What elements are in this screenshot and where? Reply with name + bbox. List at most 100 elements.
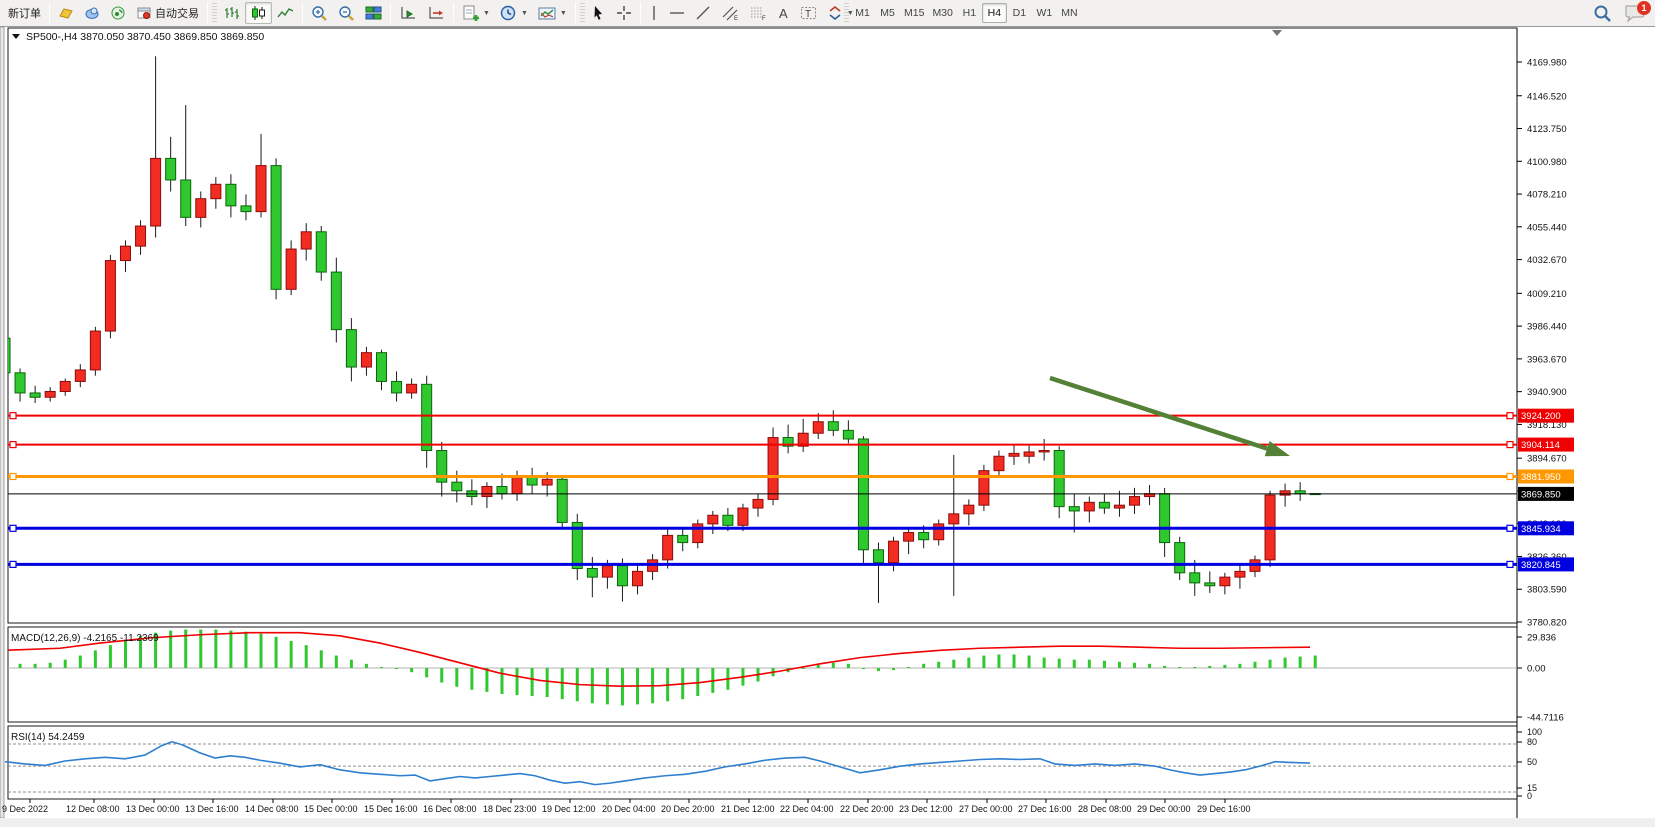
candle-body xyxy=(1295,491,1305,494)
candle-body xyxy=(226,184,236,206)
tab-m15[interactable]: M15 xyxy=(900,3,928,23)
hline-handle[interactable] xyxy=(1507,473,1513,479)
candle-body xyxy=(828,422,838,431)
new-order-label: 新订单 xyxy=(8,5,41,21)
time-axis-label: 13 Dec 00:00 xyxy=(126,804,180,814)
zoom-in-button[interactable] xyxy=(306,2,333,24)
candlestick-chart-button[interactable] xyxy=(245,2,272,24)
candlestick-icon xyxy=(250,5,267,21)
macd-histogram-bar xyxy=(275,637,278,668)
bottom-strip xyxy=(0,818,1655,827)
tab-m5[interactable]: M5 xyxy=(875,3,900,23)
search-icon[interactable] xyxy=(1593,4,1613,24)
vline-tool-button[interactable] xyxy=(644,2,664,24)
candle-body xyxy=(1039,451,1049,452)
hline-handle[interactable] xyxy=(10,473,16,479)
macd-histogram-bar xyxy=(19,664,22,668)
new-order-button[interactable]: 新订单 xyxy=(3,2,46,24)
macd-histogram-bar xyxy=(847,664,850,668)
text-tool-button[interactable]: A xyxy=(772,2,795,24)
hline-handle[interactable] xyxy=(10,561,16,567)
candle-body xyxy=(919,533,929,540)
time-axis-label: 20 Dec 20:00 xyxy=(661,804,715,814)
periods-button[interactable]: ▼ xyxy=(495,2,533,24)
macd-histogram-bar xyxy=(892,668,895,670)
yellow-doc-icon xyxy=(58,5,74,21)
tile-windows-icon xyxy=(365,5,382,21)
hline-handle[interactable] xyxy=(1507,561,1513,567)
svg-text:E: E xyxy=(734,16,738,21)
hline-tool-button[interactable] xyxy=(664,2,690,24)
price-axis-label: 4146.520 xyxy=(1527,91,1567,102)
macd-histogram-bar xyxy=(1208,666,1211,668)
line-chart-button[interactable] xyxy=(272,2,299,24)
macd-histogram-bar xyxy=(305,645,308,668)
toolbar-grip[interactable] xyxy=(212,3,217,23)
autotrading-button[interactable]: 自动交易 xyxy=(131,2,204,24)
auto-scroll-button[interactable] xyxy=(394,2,422,24)
price-tag-label: 3881.950 xyxy=(1521,472,1561,483)
chevron-down-icon: ▼ xyxy=(560,10,567,17)
signals-button[interactable] xyxy=(105,2,131,24)
hline-handle[interactable] xyxy=(10,525,16,531)
price-axis-label: 3780.820 xyxy=(1527,618,1567,629)
tab-m1[interactable]: M1 xyxy=(850,3,875,23)
macd-histogram-bar xyxy=(817,665,820,668)
channel-tool-button[interactable]: E xyxy=(716,2,744,24)
toolbar-grip[interactable] xyxy=(580,3,585,23)
bar-chart-icon xyxy=(223,5,240,21)
fibonacci-tool-button[interactable]: F xyxy=(744,2,772,24)
crosshair-tool-button[interactable] xyxy=(611,2,637,24)
cursor-tool-button[interactable] xyxy=(586,2,611,24)
equidistant-channel-icon: E xyxy=(721,5,739,21)
time-axis-label: 12 Dec 08:00 xyxy=(66,804,120,814)
time-axis-label: 19 Dec 12:00 xyxy=(542,804,596,814)
candle-body xyxy=(60,381,70,391)
indicators-button[interactable]: ▼ xyxy=(457,2,495,24)
zoom-out-icon xyxy=(338,5,355,22)
hline-handle[interactable] xyxy=(10,442,16,448)
hline-handle[interactable] xyxy=(10,413,16,419)
chart-symbol-ohlc: SP500-,H4 3870.050 3870.450 3869.850 386… xyxy=(26,31,264,43)
tab-mn[interactable]: MN xyxy=(1057,3,1082,23)
window-left-edge xyxy=(0,27,4,818)
candle-body xyxy=(211,184,221,198)
hline-handle[interactable] xyxy=(1507,525,1513,531)
candle-body xyxy=(873,550,883,563)
macd-histogram-bar xyxy=(49,663,52,668)
hline-handle[interactable] xyxy=(1507,413,1513,419)
bar-chart-button[interactable] xyxy=(218,2,245,24)
notifications-button[interactable]: 1 xyxy=(1623,2,1649,26)
chart-shift-button[interactable] xyxy=(422,2,450,24)
tab-h4[interactable]: H4 xyxy=(982,3,1007,23)
price-axis-label: 4009.210 xyxy=(1527,289,1567,300)
macd-histogram-bar xyxy=(1148,664,1151,668)
chart-canvas[interactable]: 4169.9804146.5204123.7504100.9804078.210… xyxy=(0,0,1655,827)
toolbar-grip[interactable] xyxy=(844,3,849,23)
main-price-pane[interactable] xyxy=(8,28,1517,623)
macd-histogram-bar xyxy=(335,656,338,668)
tab-w1[interactable]: W1 xyxy=(1032,3,1057,23)
notification-badge: 1 xyxy=(1637,1,1651,15)
fibonacci-icon: F xyxy=(749,5,767,21)
price-axis-label: 4032.670 xyxy=(1527,255,1567,266)
candle-body xyxy=(1069,507,1079,511)
candle-body xyxy=(753,499,763,508)
macd-histogram-bar xyxy=(365,664,368,668)
market-watch-button[interactable] xyxy=(53,2,79,24)
candle-body xyxy=(633,571,643,585)
macd-histogram-bar xyxy=(290,641,293,668)
tab-d1[interactable]: D1 xyxy=(1007,3,1032,23)
zoom-out-button[interactable] xyxy=(333,2,360,24)
templates-button[interactable]: ▼ xyxy=(533,2,572,24)
macd-histogram-bar xyxy=(1073,660,1076,668)
data-window-button[interactable] xyxy=(79,2,105,24)
hline-handle[interactable] xyxy=(1507,442,1513,448)
tab-h1[interactable]: H1 xyxy=(957,3,982,23)
tile-windows-button[interactable] xyxy=(360,2,387,24)
svg-text:F: F xyxy=(762,16,766,21)
label-tool-button[interactable]: T xyxy=(795,2,822,24)
macd-histogram-bar xyxy=(124,640,127,668)
trendline-tool-button[interactable] xyxy=(690,2,716,24)
tab-m30[interactable]: M30 xyxy=(928,3,956,23)
